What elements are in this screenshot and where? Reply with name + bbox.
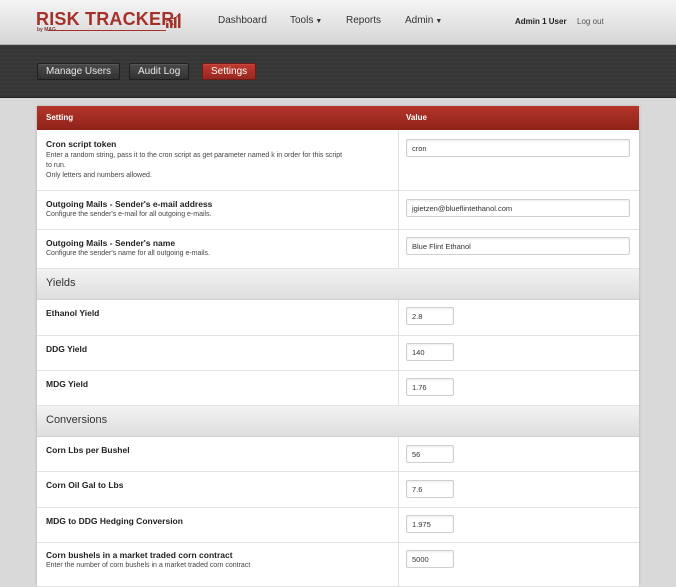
setting-title: Corn bushels in a market traded corn con… [46,550,233,560]
nav-dashboard[interactable]: Dashboard [218,0,267,44]
nav-tools[interactable]: Tools ▼ [290,0,322,44]
setting-title: Corn Oil Gal to Lbs [46,480,124,490]
setting-row-corn-contract: Corn bushels in a market traded corn con… [37,543,639,587]
nav-dashboard-label: Dashboard [218,15,267,26]
nav-reports[interactable]: Reports [346,0,381,44]
ddg-yield-input[interactable]: 140 [406,343,454,361]
setting-description: Configure the sender's e-mail for all ou… [46,211,212,218]
brand-logo[interactable]: RISK TRACKER by MAG [36,9,186,35]
bar-chart-icon [165,13,181,28]
column-divider [398,230,399,268]
setting-row-mdg-ddg: MDG to DDG Hedging Conversion 1.975 [37,508,639,543]
corn-oil-input[interactable]: 7.6 [406,480,454,498]
brand-subtitle: by MAG [37,27,56,33]
table-header: Setting Value [37,106,639,130]
mdg-yield-input[interactable]: 1.76 [406,378,454,396]
brand-underline [48,30,166,31]
nav-admin-label: Admin [405,15,434,26]
setting-title: DDG Yield [46,344,88,354]
brand-name: RISK TRACKER [36,9,175,29]
tab-audit-log[interactable]: Audit Log [129,63,190,80]
setting-title: Corn Lbs per Bushel [46,445,130,455]
nav-tools-label: Tools [290,15,314,26]
setting-description: Enter a random string, pass it to the cr… [46,152,343,159]
ethanol-yield-input[interactable]: 2.8 [406,307,454,325]
tab-settings[interactable]: Settings [202,63,257,80]
section-header-yields: Yields [37,269,639,300]
setting-title: Ethanol Yield [46,308,100,318]
mdg-ddg-input[interactable]: 1.975 [406,515,454,533]
caret-down-icon: ▼ [315,18,323,25]
setting-description: Configure the sender's name for all outg… [46,250,210,257]
corn-lbs-input[interactable]: 56 [406,445,454,463]
setting-title: MDG Yield [46,379,89,389]
column-divider [398,437,399,471]
setting-title: Cron script token [46,139,117,149]
setting-description: Only letters and numbers allowed. [46,172,152,179]
tab-manage-users[interactable]: Manage Users [37,63,121,80]
column-divider [398,508,399,542]
caret-down-icon: ▼ [435,18,443,25]
corn-contract-input[interactable]: 5000 [406,550,454,568]
nav-admin[interactable]: Admin ▼ [405,0,442,44]
top-bar: RISK TRACKER by MAG Dashboard Tools ▼ Rep… [0,0,676,45]
setting-row-ddg-yield: DDG Yield 140 [37,336,639,371]
section-title: Conversions [46,414,108,426]
column-header-setting: Setting [46,113,74,122]
column-divider [398,300,399,335]
nav-reports-label: Reports [346,15,382,26]
sender-name-input[interactable]: Blue Flint Ethanol [406,237,630,255]
cron-token-input[interactable]: cron [406,139,630,157]
setting-title: Outgoing Mails - Sender's name [46,238,176,248]
column-divider [398,191,399,229]
sender-email-input[interactable]: jgietzen@blueflintethanol.com [406,199,630,217]
setting-row-cron: Cron script token Enter a random string,… [37,130,639,191]
column-header-value: Value [406,113,427,122]
column-divider [398,543,399,586]
logout-link[interactable]: Log out [577,0,604,44]
column-divider [398,472,399,507]
setting-row-sender-email: Outgoing Mails - Sender's e-mail address… [37,191,639,230]
setting-row-mdg-yield: MDG Yield 1.76 [37,371,639,406]
column-divider [398,371,399,405]
admin-subnav: Manage Users Audit Log Settings [0,45,676,98]
section-title: Yields [46,277,76,289]
column-divider [398,336,399,370]
settings-table: Setting Value Cron script token Enter a … [37,106,639,587]
setting-row-sender-name: Outgoing Mails - Sender's name Configure… [37,230,639,269]
setting-description: to run. [46,162,66,169]
setting-title: MDG to DDG Hedging Conversion [46,516,183,526]
setting-row-corn-lbs: Corn Lbs per Bushel 56 [37,437,639,472]
setting-row-ethanol-yield: Ethanol Yield 2.8 [37,300,639,336]
setting-row-corn-oil: Corn Oil Gal to Lbs 7.6 [37,472,639,508]
setting-title: Outgoing Mails - Sender's e-mail address [46,199,213,209]
setting-description: Enter the number of corn bushels in a ma… [46,562,251,569]
column-divider [398,130,399,190]
current-user[interactable]: Admin 1 User [515,0,567,44]
section-header-conversions: Conversions [37,406,639,437]
